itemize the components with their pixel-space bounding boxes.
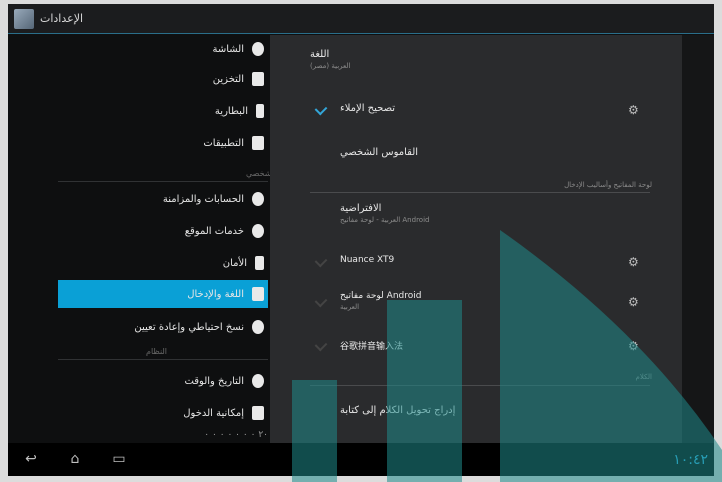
default-keyboard-pref[interactable]: الافتراضية العربية - لوحة مفاتيح Android (340, 203, 600, 224)
personal-dictionary-title: القاموس الشخصي (340, 147, 419, 158)
nav-item-label: خدمات الموقع (184, 225, 244, 237)
nav-item-accessibility[interactable]: إمكانية الدخول (58, 399, 268, 427)
action-bar-title: الإعدادات (40, 12, 84, 25)
spell-checker-pref[interactable]: تصحيح الإملاء (340, 103, 600, 114)
nav-item-partial[interactable]: ٢٠ ٠ ٠ ٠ ٠ ٠ ٠ ٠ (58, 427, 268, 443)
nav-item-backup-reset[interactable]: نسخ احتياطي وإعادة تعيين (58, 313, 268, 341)
location-icon (252, 224, 264, 238)
nav-item-battery[interactable]: البطارية (58, 97, 268, 125)
pinyin-settings-icon[interactable]: ⚙ (628, 339, 640, 353)
nav-item-accounts-sync[interactable]: الحسابات والمزامنة (58, 185, 268, 213)
storage-icon (252, 72, 264, 86)
back-button[interactable]: ↩ (20, 451, 42, 467)
nav-item-apps[interactable]: التطبيقات (58, 129, 268, 157)
nav-item-location[interactable]: خدمات الموقع (58, 217, 268, 245)
nav-item-label: التخزين (212, 73, 244, 85)
section-divider (310, 192, 650, 193)
language-icon (252, 287, 264, 301)
tablet-screen: الإعدادات الشاشة التخزين البطارية التطبي… (8, 4, 714, 476)
android-keyboard-settings-icon[interactable]: ⚙ (628, 295, 640, 309)
system-header: النظام (146, 347, 168, 356)
nav-item-language-input[interactable]: اللغة والإدخال (58, 280, 268, 308)
section-divider (310, 385, 650, 386)
sync-icon (252, 192, 264, 206)
keyboard-input-header: لوحة المفاتيح وأساليب الإدخال (564, 181, 652, 189)
spell-checker-settings-icon[interactable]: ⚙ (628, 103, 640, 117)
language-input-panel: اللغة العربية (مصر) تصحيح الإملاء ⚙ القا… (270, 35, 682, 443)
nav-item-display[interactable]: الشاشة (58, 35, 268, 63)
voice-search-title: إدراج تحويل الكلام إلى كتابة (340, 405, 456, 416)
clock-icon (252, 374, 264, 388)
nav-item-date-time[interactable]: التاريخ والوقت (58, 367, 268, 395)
nav-item-label: إمكانية الدخول (183, 407, 244, 419)
default-keyboard-title: الافتراضية (340, 203, 382, 214)
personal-dictionary-pref[interactable]: القاموس الشخصي (340, 147, 600, 158)
nav-item-label: التطبيقات (203, 137, 244, 149)
nav-item-label: التاريخ والوقت (184, 375, 244, 387)
xt9-pref[interactable]: Nuance XT9 (340, 255, 600, 265)
status-clock: ١٠:٤٢ (673, 452, 708, 468)
nav-item-label: الأمان (222, 257, 247, 269)
android-keyboard-title: لوحة مفاتيح Android (340, 291, 422, 301)
voice-search-pref[interactable]: إدراج تحويل الكلام إلى كتابة (340, 405, 600, 416)
accessibility-icon (252, 406, 264, 420)
apps-icon (252, 136, 264, 150)
pinyin-title: 谷歌拼音输入法 (340, 342, 404, 352)
nav-item-label: الشاشة (212, 43, 244, 55)
default-keyboard-summary: العربية - لوحة مفاتيح Android (340, 216, 430, 224)
nav-item-label: ٢٠ ٠ ٠ ٠ ٠ ٠ ٠ ٠ (204, 430, 268, 440)
language-summary: العربية (مصر) (310, 62, 351, 70)
language-title: اللغة (310, 49, 330, 60)
home-button[interactable]: ⌂ (64, 451, 86, 467)
nav-item-security[interactable]: الأمان (58, 249, 268, 277)
nav-item-label: الحسابات والمزامنة (162, 193, 244, 205)
lock-icon (255, 256, 264, 270)
personal-header: شخصي (246, 169, 272, 178)
android-keyboard-pref[interactable]: لوحة مفاتيح Android العربية (340, 291, 600, 311)
xt9-checkbox[interactable] (314, 254, 328, 268)
pinyin-checkbox[interactable] (314, 338, 328, 352)
nav-item-storage[interactable]: التخزين (58, 65, 268, 93)
xt9-settings-icon[interactable]: ⚙ (628, 255, 640, 269)
nav-item-label: اللغة والإدخال (187, 288, 244, 300)
section-divider (58, 359, 268, 360)
spell-checker-checkbox[interactable] (314, 102, 328, 116)
nav-item-label: البطارية (214, 105, 248, 117)
recent-apps-button[interactable]: ▭ (108, 451, 130, 467)
speech-header: الكلام (635, 373, 652, 381)
spell-checker-title: تصحيح الإملاء (340, 103, 396, 114)
nav-item-label: نسخ احتياطي وإعادة تعيين (134, 321, 244, 333)
action-bar: الإعدادات (8, 4, 714, 34)
settings-navigation: الشاشة التخزين البطارية التطبيقات شخصي ا… (8, 35, 276, 443)
xt9-title: Nuance XT9 (340, 255, 395, 265)
settings-app-icon[interactable] (14, 9, 34, 29)
android-keyboard-checkbox[interactable] (314, 294, 328, 308)
android-keyboard-summary: العربية (340, 303, 360, 311)
display-icon (252, 42, 264, 56)
language-pref[interactable]: اللغة العربية (مصر) (310, 49, 650, 70)
system-navigation-bar: ↩ ⌂ ▭ ١٠:٤٢ (8, 443, 714, 476)
section-divider (58, 181, 268, 182)
pane-edge-shadow (682, 35, 714, 443)
backup-icon (252, 320, 264, 334)
pinyin-pref[interactable]: 谷歌拼音输入法 (340, 339, 600, 352)
battery-icon (256, 104, 264, 118)
